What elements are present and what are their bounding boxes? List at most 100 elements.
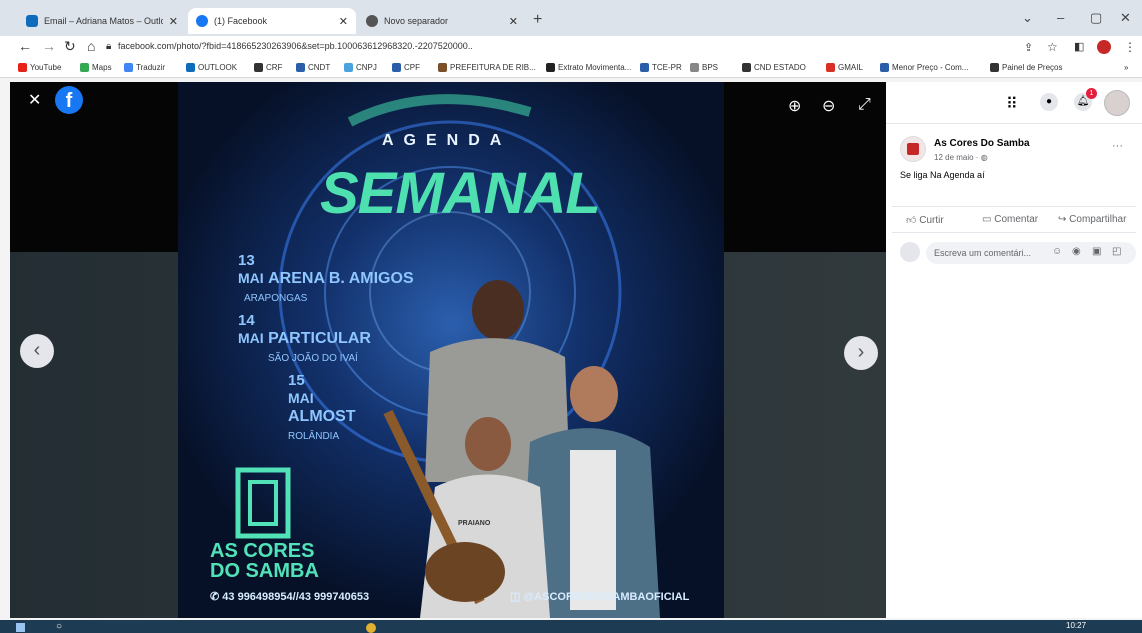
event-city: SÃO JOÃO DO IVAÍ <box>268 353 358 364</box>
chrome-taskbar-icon[interactable] <box>366 623 376 633</box>
bookmark-item[interactable]: CNPJ <box>344 63 377 72</box>
photo-viewer: AGENDA SEMANAL 13 MAI ARENA B. AMIGOS AR… <box>10 82 886 618</box>
post-options-button[interactable]: ··· <box>1112 140 1123 152</box>
home-icon[interactable]: ⌂ <box>87 38 95 54</box>
bookmark-favicon-icon <box>640 63 649 72</box>
outlook-icon <box>26 15 38 27</box>
bookmark-item[interactable]: CRF <box>254 63 282 72</box>
post-meta[interactable]: 12 de maio · ◍ <box>934 153 988 162</box>
like-label: Curtir <box>919 215 944 226</box>
zoom-in-icon[interactable]: ⊕ <box>788 96 801 116</box>
zoom-out-icon[interactable]: ⊖ <box>822 96 835 116</box>
bookmark-item[interactable]: GMAIL <box>826 63 863 72</box>
bookmark-item[interactable]: Extrato Movimenta... <box>546 63 631 72</box>
bookmark-label: CND ESTADO <box>754 63 806 72</box>
divider <box>892 232 1136 233</box>
sticker-icon[interactable]: ◰ <box>1112 246 1121 257</box>
bookmark-label: Extrato Movimenta... <box>558 63 632 72</box>
account-avatar[interactable] <box>1104 90 1130 116</box>
bookmark-favicon-icon <box>880 63 889 72</box>
taskbar-clock[interactable]: 10:27 <box>1066 621 1086 630</box>
bookmarks-overflow-icon[interactable]: » <box>1124 63 1128 72</box>
minimize-button[interactable]: – <box>1057 10 1064 25</box>
bookmark-item[interactable]: PREFEITURA DE RIB... <box>438 63 536 72</box>
bookmark-label: Maps <box>92 63 112 72</box>
bookmark-star-icon[interactable]: ☆ <box>1047 40 1058 54</box>
bookmark-label: CNPJ <box>356 63 377 72</box>
bookmark-label: YouTube <box>30 63 62 72</box>
forward-icon[interactable]: → <box>42 38 56 54</box>
like-button[interactable]: 👍︎ Curtir <box>906 214 944 226</box>
gif-icon[interactable]: ▣ <box>1092 246 1101 257</box>
comment-input[interactable]: Escreva um comentári... ☺ ◉ ▣ ◰ <box>926 242 1136 264</box>
tab-title: (1) Facebook <box>214 16 268 26</box>
sidepanel-icon[interactable]: ◧ <box>1074 40 1084 53</box>
post-author[interactable]: As Cores Do Samba <box>934 138 1030 149</box>
lock-icon[interactable]: 🔒︎ <box>106 41 111 52</box>
bookmark-label: OUTLOOK <box>198 63 238 72</box>
close-tab-icon[interactable]: ✕ <box>169 15 178 28</box>
bookmark-item[interactable]: BPS <box>690 63 718 72</box>
fullscreen-icon[interactable]: ⤢ <box>858 96 871 114</box>
comment-button[interactable]: ▭ Comentar <box>982 214 1038 225</box>
bookmark-item[interactable]: Menor Preço - Com... <box>880 63 968 72</box>
menu-grid-icon[interactable]: ⠿ <box>1006 94 1018 114</box>
close-viewer-button[interactable]: ✕ <box>28 90 41 110</box>
event-month: MAI <box>288 390 314 406</box>
post-date[interactable]: 12 de maio · <box>934 153 981 162</box>
search-icon[interactable]: ○ <box>56 621 62 632</box>
bookmark-favicon-icon <box>296 63 305 72</box>
profile-avatar[interactable] <box>1097 40 1111 54</box>
bookmark-item[interactable]: OUTLOOK <box>186 63 237 72</box>
camera-icon[interactable]: ◉ <box>1072 246 1081 257</box>
comment-icon: ▭ <box>982 214 992 225</box>
tab-search-icon[interactable]: ⌄ <box>1022 10 1033 26</box>
reload-icon[interactable]: ↻ <box>64 38 76 55</box>
post-caption: Se liga Na Agenda aí <box>900 170 985 180</box>
bookmark-item[interactable]: CND ESTADO <box>742 63 806 72</box>
bookmark-favicon-icon <box>344 63 353 72</box>
bookmark-item[interactable]: Maps <box>80 63 112 72</box>
bookmark-favicon-icon <box>124 63 133 72</box>
bookmark-item[interactable]: Painel de Preços <box>990 63 1062 72</box>
bookmark-favicon-icon <box>392 63 401 72</box>
next-photo-button[interactable]: › <box>844 336 878 370</box>
tab-outlook[interactable]: Email – Adriana Matos – Outlook ✕ <box>18 8 186 34</box>
facebook-logo-icon[interactable]: f <box>55 86 83 114</box>
messenger-icon[interactable]: ● <box>1040 93 1058 111</box>
bookmark-item[interactable]: YouTube <box>18 63 61 72</box>
event-item: 15 MAI ALMOST ROLÂNDIA <box>238 372 414 444</box>
bookmark-favicon-icon <box>80 63 89 72</box>
bookmark-item[interactable]: CNDT <box>296 63 330 72</box>
event-item: 14 MAI PARTICULAR SÃO JOÃO DO IVAÍ <box>238 312 414 366</box>
bookmark-favicon-icon <box>438 63 447 72</box>
browser-menu-icon[interactable]: ⋮ <box>1124 40 1136 54</box>
emoji-icon[interactable]: ☺ <box>1052 246 1062 257</box>
share-icon[interactable]: ⇪ <box>1024 41 1033 54</box>
new-tab-button[interactable]: + <box>533 11 542 29</box>
close-window-button[interactable]: ✕ <box>1120 10 1131 26</box>
bookmark-item[interactable]: TCE-PR <box>640 63 682 72</box>
post-side-panel: ⠿ ● 🔔︎ 1 As Cores Do Samba 12 de maio · … <box>886 82 1142 618</box>
previous-photo-button[interactable]: ‹ <box>20 334 54 368</box>
event-list: 13 MAI ARENA B. AMIGOS ARAPONGAS 14 MAI … <box>238 252 414 444</box>
restore-button[interactable]: ▢ <box>1090 10 1102 26</box>
tab-bar: Email – Adriana Matos – Outlook ✕ (1) Fa… <box>0 0 1142 36</box>
instagram-text: @ASCORESDOSAMBAOFICIAL <box>523 591 690 603</box>
close-tab-icon[interactable]: ✕ <box>339 15 348 28</box>
back-icon[interactable]: ← <box>18 38 32 54</box>
tab-new-tab[interactable]: Novo separador ✕ <box>358 8 526 34</box>
bookmark-label: BPS <box>702 63 719 72</box>
commenter-avatar <box>900 242 920 262</box>
close-tab-icon[interactable]: ✕ <box>509 15 518 28</box>
url-field[interactable]: facebook.com/photo/?fbid=418665230263906… <box>118 41 473 51</box>
bookmark-item[interactable]: CPF <box>392 63 420 72</box>
tab-facebook[interactable]: (1) Facebook ✕ <box>188 8 356 34</box>
page-avatar[interactable] <box>900 136 926 162</box>
bookmark-favicon-icon <box>18 63 27 72</box>
bookmark-label: CPF <box>404 63 420 72</box>
start-icon[interactable] <box>16 623 25 632</box>
poster-agenda-text: AGENDA <box>382 132 512 149</box>
share-button[interactable]: ↪ Compartilhar <box>1058 214 1126 225</box>
bookmark-item[interactable]: Traduzir <box>124 63 165 72</box>
